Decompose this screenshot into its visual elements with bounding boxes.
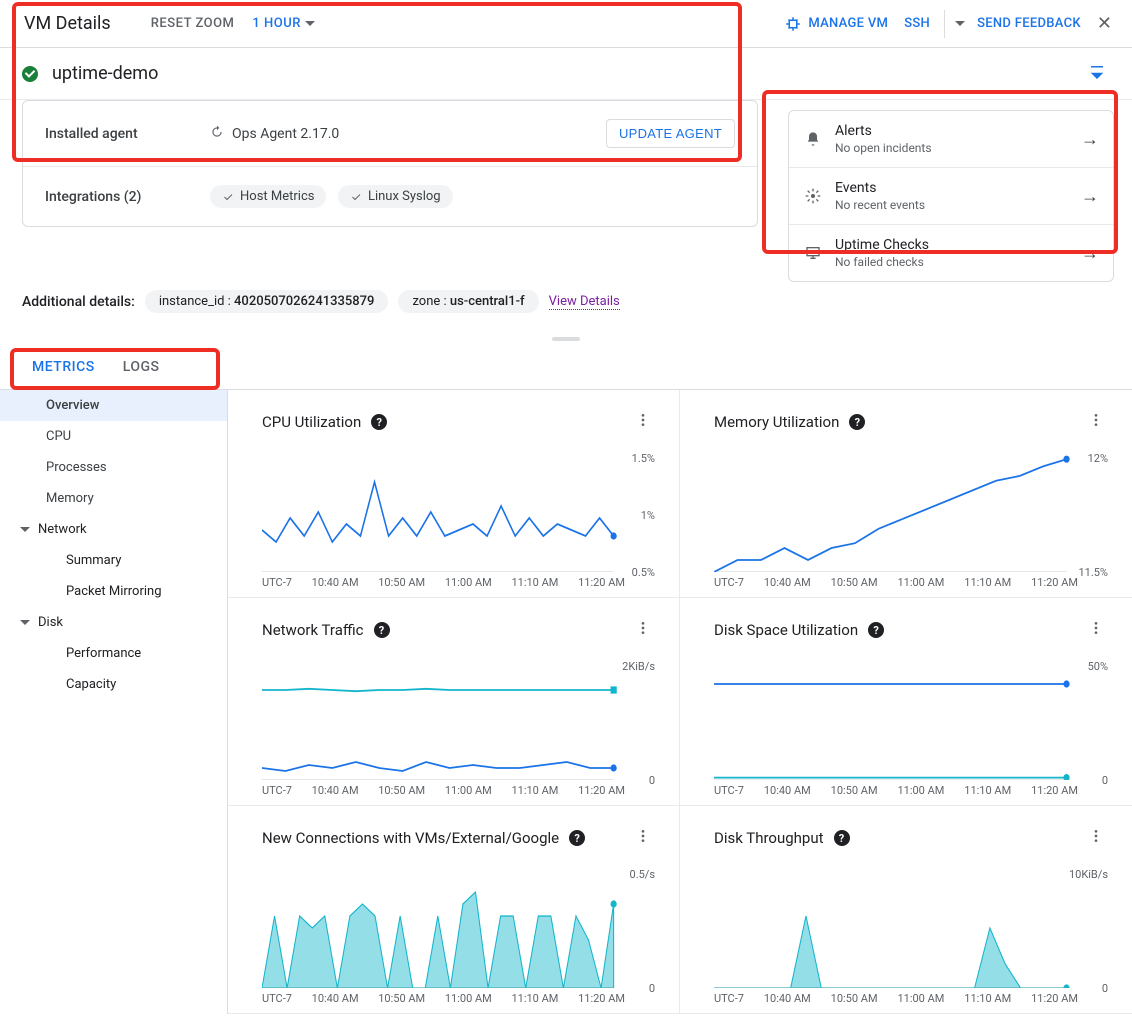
integrations-label: Integrations (2) xyxy=(45,189,210,205)
feedback-dropdown-arrow[interactable] xyxy=(951,8,969,40)
additional-details-label: Additional details: xyxy=(22,294,135,310)
chart-title: Disk Space Utilization xyxy=(714,621,858,639)
chevron-down-icon xyxy=(955,21,965,26)
sidenav-disk-capacity[interactable]: Capacity xyxy=(0,669,227,700)
monitor-icon xyxy=(803,245,823,261)
sidenav-network-packet-mirroring[interactable]: Packet Mirroring xyxy=(0,576,227,607)
chart-title: Network Traffic xyxy=(262,621,364,639)
collapse-icon[interactable] xyxy=(1088,62,1106,86)
tab-metrics[interactable]: METRICS xyxy=(18,347,109,390)
chip-icon xyxy=(784,15,802,33)
chart-title: New Connections with VMs/External/Google xyxy=(262,829,559,847)
sidenav-disk[interactable]: Disk xyxy=(0,607,227,638)
chart-xaxis: UTC-710:40 AM10:50 AM11:00 AM11:10 AM11:… xyxy=(714,784,1108,797)
chart-title: Disk Throughput xyxy=(714,829,824,847)
send-feedback-button[interactable]: SEND FEEDBACK xyxy=(969,8,1089,40)
refresh-icon xyxy=(210,125,224,143)
chart-card: Network Traffic ? 2KiB/s0UTC-710:40 AM10… xyxy=(228,598,680,806)
installed-agent-label: Installed agent xyxy=(45,126,210,142)
resize-handle[interactable] xyxy=(0,331,1132,347)
chart-card: Disk Throughput ? 10KiB/s0UTC-710:40 AM1… xyxy=(680,806,1132,1014)
sidenav-disk-performance[interactable]: Performance xyxy=(0,638,227,669)
installed-agent-value: Ops Agent 2.17.0 xyxy=(232,126,339,142)
chevron-down-icon xyxy=(305,21,315,26)
arrow-right-icon: → xyxy=(1081,129,1099,150)
chevron-down-icon xyxy=(20,527,30,532)
chart-menu-button[interactable] xyxy=(1084,616,1108,644)
arrow-right-icon: → xyxy=(1081,186,1099,207)
vm-name: uptime-demo xyxy=(52,63,158,84)
sidenav-cpu[interactable]: CPU xyxy=(0,421,227,452)
integration-chip-linux-syslog[interactable]: Linux Syslog xyxy=(338,185,453,208)
instance-id-chip: instance_id : 4020507026241335879 xyxy=(145,290,389,313)
status-ok-icon xyxy=(22,66,38,82)
chart-card: New Connections with VMs/External/Google… xyxy=(228,806,680,1014)
check-icon xyxy=(222,191,234,203)
sidenav-network[interactable]: Network xyxy=(0,514,227,545)
sidenav-network-summary[interactable]: Summary xyxy=(0,545,227,576)
chart-card: CPU Utilization ? 1.5%1%0.5%UTC-710:40 A… xyxy=(228,390,680,598)
bell-icon xyxy=(803,131,823,147)
chart-title: Memory Utilization xyxy=(714,413,839,431)
alerts-row[interactable]: AlertsNo open incidents → xyxy=(789,111,1113,167)
sidenav-overview[interactable]: Overview xyxy=(0,390,227,421)
help-icon[interactable]: ? xyxy=(834,830,850,846)
chart-menu-button[interactable] xyxy=(631,616,655,644)
help-icon[interactable]: ? xyxy=(371,414,387,430)
uptime-checks-row[interactable]: Uptime ChecksNo failed checks → xyxy=(789,224,1113,281)
chart-title: CPU Utilization xyxy=(262,413,361,431)
close-icon[interactable]: ✕ xyxy=(1089,13,1120,34)
zone-chip: zone : us-central1-f xyxy=(398,290,538,313)
sidenav-processes[interactable]: Processes xyxy=(0,452,227,483)
help-icon[interactable]: ? xyxy=(849,414,865,430)
chart-menu-button[interactable] xyxy=(1084,824,1108,852)
gear-icon xyxy=(803,188,823,204)
chart-xaxis: UTC-710:40 AM10:50 AM11:00 AM11:10 AM11:… xyxy=(262,992,655,1005)
arrow-right-icon: → xyxy=(1081,243,1099,264)
update-agent-button[interactable]: UPDATE AGENT xyxy=(606,119,735,148)
chart-xaxis: UTC-710:40 AM10:50 AM11:00 AM11:10 AM11:… xyxy=(714,576,1108,589)
events-row[interactable]: EventsNo recent events → xyxy=(789,167,1113,224)
chart-menu-button[interactable] xyxy=(631,824,655,852)
tab-logs[interactable]: LOGS xyxy=(109,347,174,389)
chart-menu-button[interactable] xyxy=(631,408,655,436)
chart-xaxis: UTC-710:40 AM10:50 AM11:00 AM11:10 AM11:… xyxy=(262,576,655,589)
chart-xaxis: UTC-710:40 AM10:50 AM11:00 AM11:10 AM11:… xyxy=(262,784,655,797)
chart-card: Disk Space Utilization ? 50%0UTC-710:40 … xyxy=(680,598,1132,806)
chart-card: Memory Utilization ? 12%11.5%UTC-710:40 … xyxy=(680,390,1132,598)
view-details-link[interactable]: View Details xyxy=(549,294,620,310)
ssh-button[interactable]: SSH xyxy=(896,8,938,40)
integration-chip-host-metrics[interactable]: Host Metrics xyxy=(210,185,326,208)
chart-xaxis: UTC-710:40 AM10:50 AM11:00 AM11:10 AM11:… xyxy=(714,992,1108,1005)
reset-zoom-button[interactable]: RESET ZOOM xyxy=(151,16,235,31)
chevron-down-icon xyxy=(20,620,30,625)
help-icon[interactable]: ? xyxy=(374,622,390,638)
manage-vm-button[interactable]: MANAGE VM xyxy=(776,8,896,40)
status-panel: AlertsNo open incidents → EventsNo recen… xyxy=(788,110,1114,282)
help-icon[interactable]: ? xyxy=(569,830,585,846)
time-range-label: 1 HOUR xyxy=(252,16,301,31)
time-range-dropdown[interactable]: 1 HOUR xyxy=(252,16,315,31)
help-icon[interactable]: ? xyxy=(868,622,884,638)
sidenav-memory[interactable]: Memory xyxy=(0,483,227,514)
page-title: VM Details xyxy=(12,13,111,34)
chart-menu-button[interactable] xyxy=(1084,408,1108,436)
check-icon xyxy=(350,191,362,203)
metrics-sidenav: Overview CPU Processes Memory Network Su… xyxy=(0,390,228,1014)
